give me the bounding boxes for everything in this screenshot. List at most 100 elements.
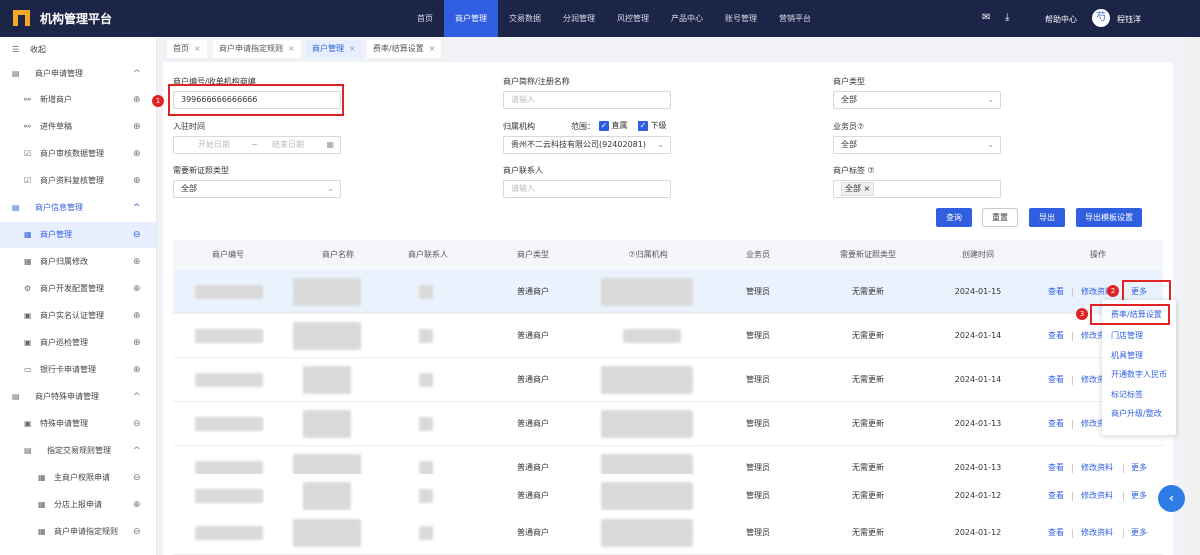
sidebar-item-rule-apply[interactable]: ▦ 商户申请指定规则 ⊖ [0, 519, 156, 545]
scope-label: 范围： [571, 122, 595, 131]
help-center-link[interactable]: 帮助中心 [1045, 14, 1077, 25]
name-input[interactable]: 请输入 [503, 91, 671, 109]
tab-rule-apply[interactable]: 商户申请指定规则 × [213, 40, 301, 58]
download-icon[interactable]: ⤓ [1005, 12, 1009, 23]
menu-item-device[interactable]: 机具管理 [1111, 350, 1143, 361]
sidebar-item-realname[interactable]: ▣ 商户实名认证管理 ⊕ [0, 303, 156, 329]
sidebar: ☰ 收起 ▤ 商户申请管理 ^ ⚯ 新增商户 ⊕ ⚯ 进件草稿 ⊕ ☑ 商户审核… [0, 37, 157, 555]
menu-item-ecny[interactable]: 开通数字人民币 [1111, 369, 1167, 380]
chevron-up-icon: ^ [133, 446, 141, 456]
more-link[interactable]: 更多 [1131, 511, 1147, 555]
sidebar-item-review[interactable]: ☑ 商户资料复核管理 ⊕ [0, 168, 156, 194]
nav-risk[interactable]: 风控管理 [606, 0, 660, 37]
type-select[interactable]: 全部 ⌄ [833, 91, 1001, 109]
cert-select[interactable]: 全部 ⌄ [173, 180, 341, 198]
gear-icon: ⚙ [24, 284, 32, 293]
view-link[interactable]: 查看 [1048, 270, 1064, 314]
sidebar-item-inspection[interactable]: ▣ 商户巡检管理 ⊕ [0, 330, 156, 356]
sidebar-item-branch-report[interactable]: ▦ 分店上报申请 ⊕ [0, 492, 156, 518]
sidebar-item-dev-config[interactable]: ⚙ 商户开发配置管理 ⊕ [0, 276, 156, 302]
top-bar: 机构管理平台 首页 商户管理 交易数据 分润管理 风控管理 产品中心 账号管理 … [0, 0, 1200, 37]
edit-link[interactable]: 修改资料 [1081, 511, 1113, 555]
reset-button[interactable]: 重置 [982, 208, 1018, 227]
end-date[interactable]: 结束日期 [272, 137, 304, 153]
sidebar-item-special-apply[interactable]: ▣ 特殊申请管理 ⊖ [0, 411, 156, 437]
sidebar-item-draft[interactable]: ⚯ 进件草稿 ⊕ [0, 114, 156, 140]
menu-item-store[interactable]: 门店管理 [1111, 330, 1143, 341]
close-icon[interactable]: × [429, 44, 436, 53]
sidebar-group-apply[interactable]: ▤ 商户申请管理 ^ [0, 61, 156, 87]
collapse-left-icon[interactable]: ‹ [1158, 485, 1185, 512]
tab-rate-settlement[interactable]: 费率/结算设置 × [367, 40, 442, 58]
date-range-picker[interactable]: 开始日期 ~ 结束日期 ▦ [173, 136, 341, 154]
nav-profit[interactable]: 分润管理 [552, 0, 606, 37]
view-link[interactable]: 查看 [1048, 402, 1064, 446]
chevron-up-icon: ^ [133, 69, 141, 79]
plus-icon: ⊕ [133, 149, 141, 159]
sidebar-item-new-merchant[interactable]: ⚯ 新增商户 ⊕ [0, 87, 156, 113]
export-template-button[interactable]: 导出模板设置 [1076, 208, 1142, 227]
contact-input[interactable]: 请输入 [503, 180, 671, 198]
scrollbar[interactable] [1190, 37, 1200, 555]
lower-checkbox[interactable]: ✓ 下级 [638, 120, 667, 131]
sidebar-group-special[interactable]: ▤ 商户特殊申请管理 ^ [0, 384, 156, 410]
nav-merchant[interactable]: 商户管理 [444, 0, 498, 37]
sidebar-group-trade-rules[interactable]: ▤ 指定交易规则管理 ^ [0, 438, 156, 464]
minus-icon: ⊖ [133, 527, 141, 537]
grid-icon: ▦ [38, 500, 46, 509]
doc-icon: ▣ [24, 419, 32, 428]
close-icon[interactable]: × [194, 44, 201, 53]
tag-label: 商户标签 ⑦ [833, 166, 875, 175]
tab-home[interactable]: 首页 × [167, 40, 207, 58]
chevron-down-icon: ⌄ [327, 184, 334, 193]
export-button[interactable]: 导出 [1029, 208, 1065, 227]
menu-item-upgrade[interactable]: 商户升级/整改 [1111, 408, 1162, 419]
nav-marketing[interactable]: 营销平台 [768, 0, 822, 37]
menu-item-tag[interactable]: 标记标签 [1111, 389, 1143, 400]
sidebar-item-merchant-manage[interactable]: ▦ 商户管理 ⊖ [0, 222, 156, 248]
highlight-box-1 [168, 84, 344, 116]
plus-icon: ⊕ [133, 338, 141, 348]
contact-label: 商户联系人 [503, 166, 543, 175]
view-link[interactable]: 查看 [1048, 314, 1064, 358]
close-icon[interactable]: × [349, 44, 356, 53]
close-icon[interactable]: × [864, 184, 871, 193]
nav-home[interactable]: 首页 [406, 0, 444, 37]
tag-select[interactable]: 全部 × [833, 180, 1001, 198]
checklist-icon: ☑ [24, 149, 32, 158]
direct-checkbox[interactable]: ✓ 直属 [599, 120, 628, 131]
nav-product[interactable]: 产品中心 [660, 0, 714, 37]
nav-account[interactable]: 账号管理 [714, 0, 768, 37]
folder-icon: ▤ [12, 203, 20, 212]
user-name[interactable]: 程钰洋 [1117, 14, 1141, 25]
sales-label: 业务员⑦ [833, 122, 865, 131]
sidebar-collapse[interactable]: ☰ 收起 [0, 37, 156, 63]
org-select[interactable]: 贵州不二云科技有限公司(92402081) ⌄ [503, 136, 671, 154]
sidebar-group-info[interactable]: ▤ 商户信息管理 ^ [0, 195, 156, 221]
sidebar-item-main-permission[interactable]: ▦ 主商户权限申请 ⊖ [0, 465, 156, 491]
close-icon[interactable]: × [288, 44, 295, 53]
tab-merchant-manage[interactable]: 商户管理 × [306, 40, 362, 58]
plus-icon: ⊕ [133, 365, 141, 375]
step-badge-2: 2 [1107, 285, 1119, 297]
view-link[interactable]: 查看 [1048, 511, 1064, 555]
start-date[interactable]: 开始日期 [198, 137, 230, 153]
calendar-icon: ▦ [326, 140, 334, 149]
avatar[interactable]: 芍 [1092, 9, 1110, 27]
sidebar-item-bankcard[interactable]: ▭ 银行卡申请管理 ⊕ [0, 357, 156, 383]
main-nav: 首页 商户管理 交易数据 分润管理 风控管理 产品中心 账号管理 营销平台 [406, 0, 822, 37]
check-icon: ✓ [638, 120, 648, 131]
sidebar-item-audit-data[interactable]: ☑ 商户审核数据管理 ⊕ [0, 141, 156, 167]
view-link[interactable]: 查看 [1048, 358, 1064, 402]
minus-icon: ⊖ [133, 419, 141, 429]
plus-icon: ⊕ [133, 95, 141, 105]
inspect-icon: ▣ [24, 338, 32, 347]
page-tabs: 首页 × 商户申请指定规则 × 商户管理 × 费率/结算设置 × [163, 40, 1183, 58]
nav-trade-data[interactable]: 交易数据 [498, 0, 552, 37]
time-label: 入驻时间 [173, 122, 205, 131]
plus-icon: ⊕ [133, 284, 141, 294]
mail-icon[interactable]: ✉ [982, 12, 990, 23]
sidebar-item-ownership[interactable]: ▦ 商户归属修改 ⊕ [0, 249, 156, 275]
query-button[interactable]: 查询 [936, 208, 972, 227]
sales-select[interactable]: 全部 ⌄ [833, 136, 1001, 154]
